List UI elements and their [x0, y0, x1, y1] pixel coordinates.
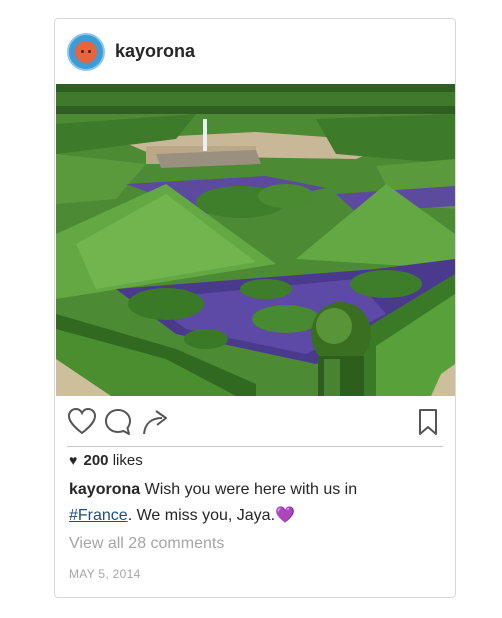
caption-text-end: . We miss you, Jaya. — [127, 507, 276, 524]
action-bar — [55, 403, 455, 443]
likes-count[interactable]: ♥ 200 likes — [69, 452, 143, 469]
username-link[interactable]: kayorona — [115, 41, 195, 62]
view-comments-link[interactable]: View all 28 comments — [69, 535, 224, 553]
hashtag-link[interactable]: #France — [69, 507, 128, 524]
bookmark-icon[interactable] — [413, 407, 443, 437]
post-header: kayorona — [55, 19, 455, 83]
caption-text: Wish you were here with us in — [140, 481, 358, 498]
garden-image — [56, 84, 455, 396]
caption-username[interactable]: kayorona — [69, 481, 140, 498]
post-photo[interactable] — [56, 84, 455, 396]
post-card: kayorona ♥ 200 likes kayorona Wish you w… — [54, 18, 456, 598]
caption: kayorona Wish you were here with us in #… — [69, 477, 439, 529]
post-date: MAY 5, 2014 — [69, 567, 141, 581]
likes-number: 200 — [83, 452, 109, 469]
heart-filled-icon: ♥ — [69, 452, 78, 468]
divider — [67, 446, 443, 447]
avatar-face — [75, 41, 97, 63]
comment-bubble-icon[interactable] — [103, 407, 133, 437]
share-arrow-icon[interactable] — [141, 407, 171, 437]
purple-heart-emoji: 💜 — [275, 507, 295, 524]
avatar[interactable] — [67, 33, 105, 71]
likes-suffix: likes — [112, 452, 143, 469]
heart-outline-icon[interactable] — [67, 407, 97, 437]
